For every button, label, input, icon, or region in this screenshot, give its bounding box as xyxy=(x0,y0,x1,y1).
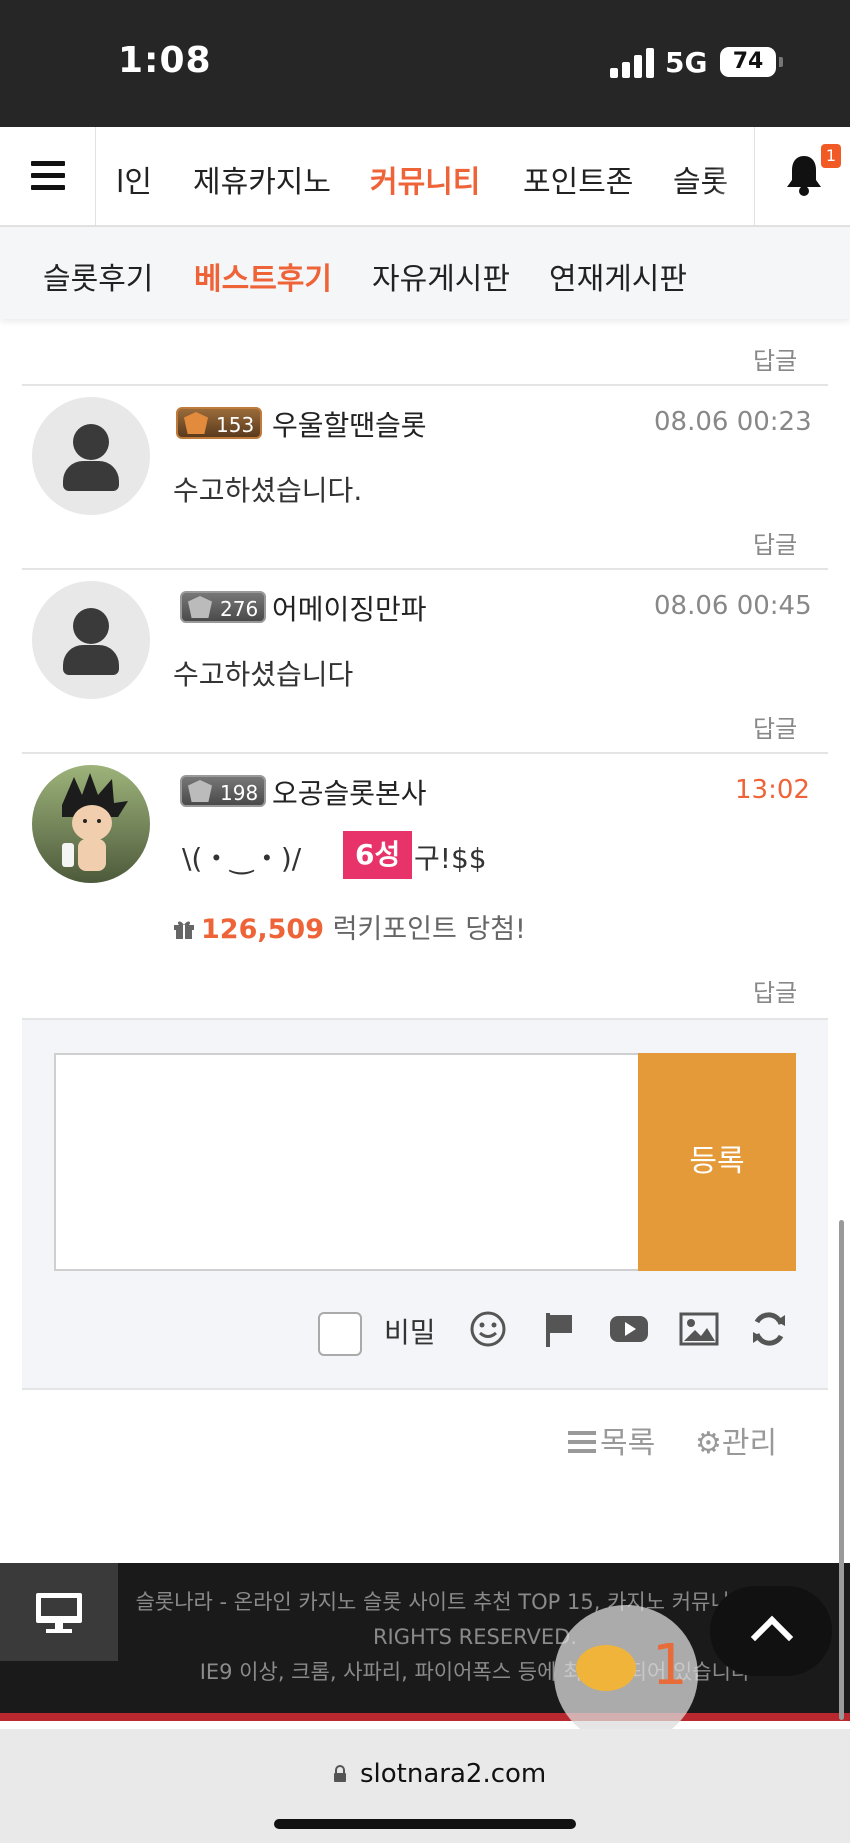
star-tag: 6성 xyxy=(343,831,413,879)
level-badge: 198 xyxy=(180,775,267,807)
level-badge: 276 xyxy=(180,591,267,623)
lucky-point-line: 126,509 럭키포인트 당첨! xyxy=(173,907,526,946)
home-indicator xyxy=(274,1819,576,1829)
refresh-icon[interactable] xyxy=(748,1308,790,1350)
scroll-top-button[interactable] xyxy=(710,1586,832,1676)
lock-icon xyxy=(334,1765,346,1782)
hamburger-menu-button[interactable] xyxy=(0,127,96,225)
reply-link[interactable]: 답글 xyxy=(753,525,797,560)
comment-username[interactable]: 오공슬롯본사 xyxy=(272,772,427,812)
pc-version-button[interactable] xyxy=(0,1563,118,1661)
avatar xyxy=(32,581,150,699)
tab-slot-review[interactable]: 슬롯후기 xyxy=(43,254,153,298)
chat-icon xyxy=(576,1645,636,1691)
level-emblem-icon xyxy=(188,780,212,802)
lucky-points-value: 126,509 xyxy=(201,914,324,945)
list-button[interactable]: 목록 xyxy=(568,1418,655,1462)
monitor-icon xyxy=(36,1593,82,1633)
user-icon xyxy=(73,424,109,460)
comment-text: 수고하셨습니다. xyxy=(173,474,363,507)
manage-button[interactable]: ⚙관리 xyxy=(695,1418,777,1462)
level-emblem-icon xyxy=(184,412,208,434)
avatar xyxy=(32,397,150,515)
secret-checkbox[interactable] xyxy=(318,1312,362,1356)
nav-item-partner-casino[interactable]: 제휴카지노 xyxy=(193,157,331,201)
status-bar: 1:08 5G 74 xyxy=(0,0,850,127)
character-figure-image xyxy=(62,773,128,871)
scrollbar[interactable] xyxy=(839,1220,844,1720)
nav-item-community[interactable]: 커뮤니티 xyxy=(370,157,480,201)
comment-time: 08.06 00:23 xyxy=(654,407,812,437)
comment-time: 13:02 xyxy=(735,775,810,805)
network-type: 5G xyxy=(665,46,708,79)
list-icon xyxy=(568,1431,596,1453)
main-nav-items: l인 제휴카지노 커뮤니티 포인트존 슬롯 xyxy=(96,127,754,225)
status-time: 1:08 xyxy=(118,40,212,81)
browser-url-bar[interactable]: slotnara2.com xyxy=(0,1729,850,1843)
emoticon-icon[interactable] xyxy=(467,1308,509,1350)
tab-free-board[interactable]: 자유게시판 xyxy=(372,254,510,298)
reply-link[interactable]: 답글 xyxy=(753,973,797,1008)
avatar-photo xyxy=(32,765,150,883)
tab-best-review[interactable]: 베스트후기 xyxy=(194,254,332,298)
comment-time: 08.06 00:45 xyxy=(654,591,812,621)
comment-username[interactable]: 어메이징만파 xyxy=(272,588,427,628)
level-emblem-icon xyxy=(188,596,212,618)
image-icon[interactable] xyxy=(678,1308,720,1350)
comment-text: 수고하셨습니다 xyxy=(173,658,354,691)
comment-emoticon: \(・‿・)/ xyxy=(182,842,302,875)
gear-icon: ⚙ xyxy=(695,1426,722,1461)
url-text: slotnara2.com xyxy=(360,1759,547,1789)
comment-input[interactable] xyxy=(54,1053,640,1271)
notification-badge: 1 xyxy=(821,144,841,168)
signal-icon xyxy=(610,48,656,78)
tab-serial-board[interactable]: 연재게시판 xyxy=(549,254,687,298)
comment-username[interactable]: 우울할땐슬롯 xyxy=(272,404,427,444)
nav-item-point-zone[interactable]: 포인트존 xyxy=(523,157,633,201)
main-nav: l인 제휴카지노 커뮤니티 포인트존 슬롯 1 xyxy=(0,127,850,227)
comment-text: 구!$$ xyxy=(414,842,487,875)
reply-link[interactable]: 답글 xyxy=(753,709,797,744)
user-icon xyxy=(73,608,109,644)
bell-icon xyxy=(787,156,821,196)
reply-link[interactable]: 답글 xyxy=(753,341,797,376)
sub-nav: 슬롯후기 베스트후기 자유게시판 연재게시판 xyxy=(0,227,850,319)
submit-button[interactable]: 등록 xyxy=(638,1053,796,1271)
notification-button[interactable]: 1 xyxy=(754,127,850,225)
gift-icon xyxy=(174,921,194,939)
flag-icon[interactable] xyxy=(538,1308,580,1350)
comment-write-area: 등록 비밀 xyxy=(22,1018,828,1390)
nav-item-login[interactable]: l인 xyxy=(116,157,152,201)
level-badge: 153 xyxy=(176,407,263,439)
youtube-icon[interactable] xyxy=(608,1308,650,1350)
lucky-points-label: 럭키포인트 당첨! xyxy=(332,914,526,945)
chat-button[interactable]: 1 xyxy=(554,1605,698,1745)
secret-label: 비밀 xyxy=(384,1316,436,1349)
chat-count: 1 xyxy=(652,1633,688,1698)
battery-icon: 74 xyxy=(720,47,783,77)
